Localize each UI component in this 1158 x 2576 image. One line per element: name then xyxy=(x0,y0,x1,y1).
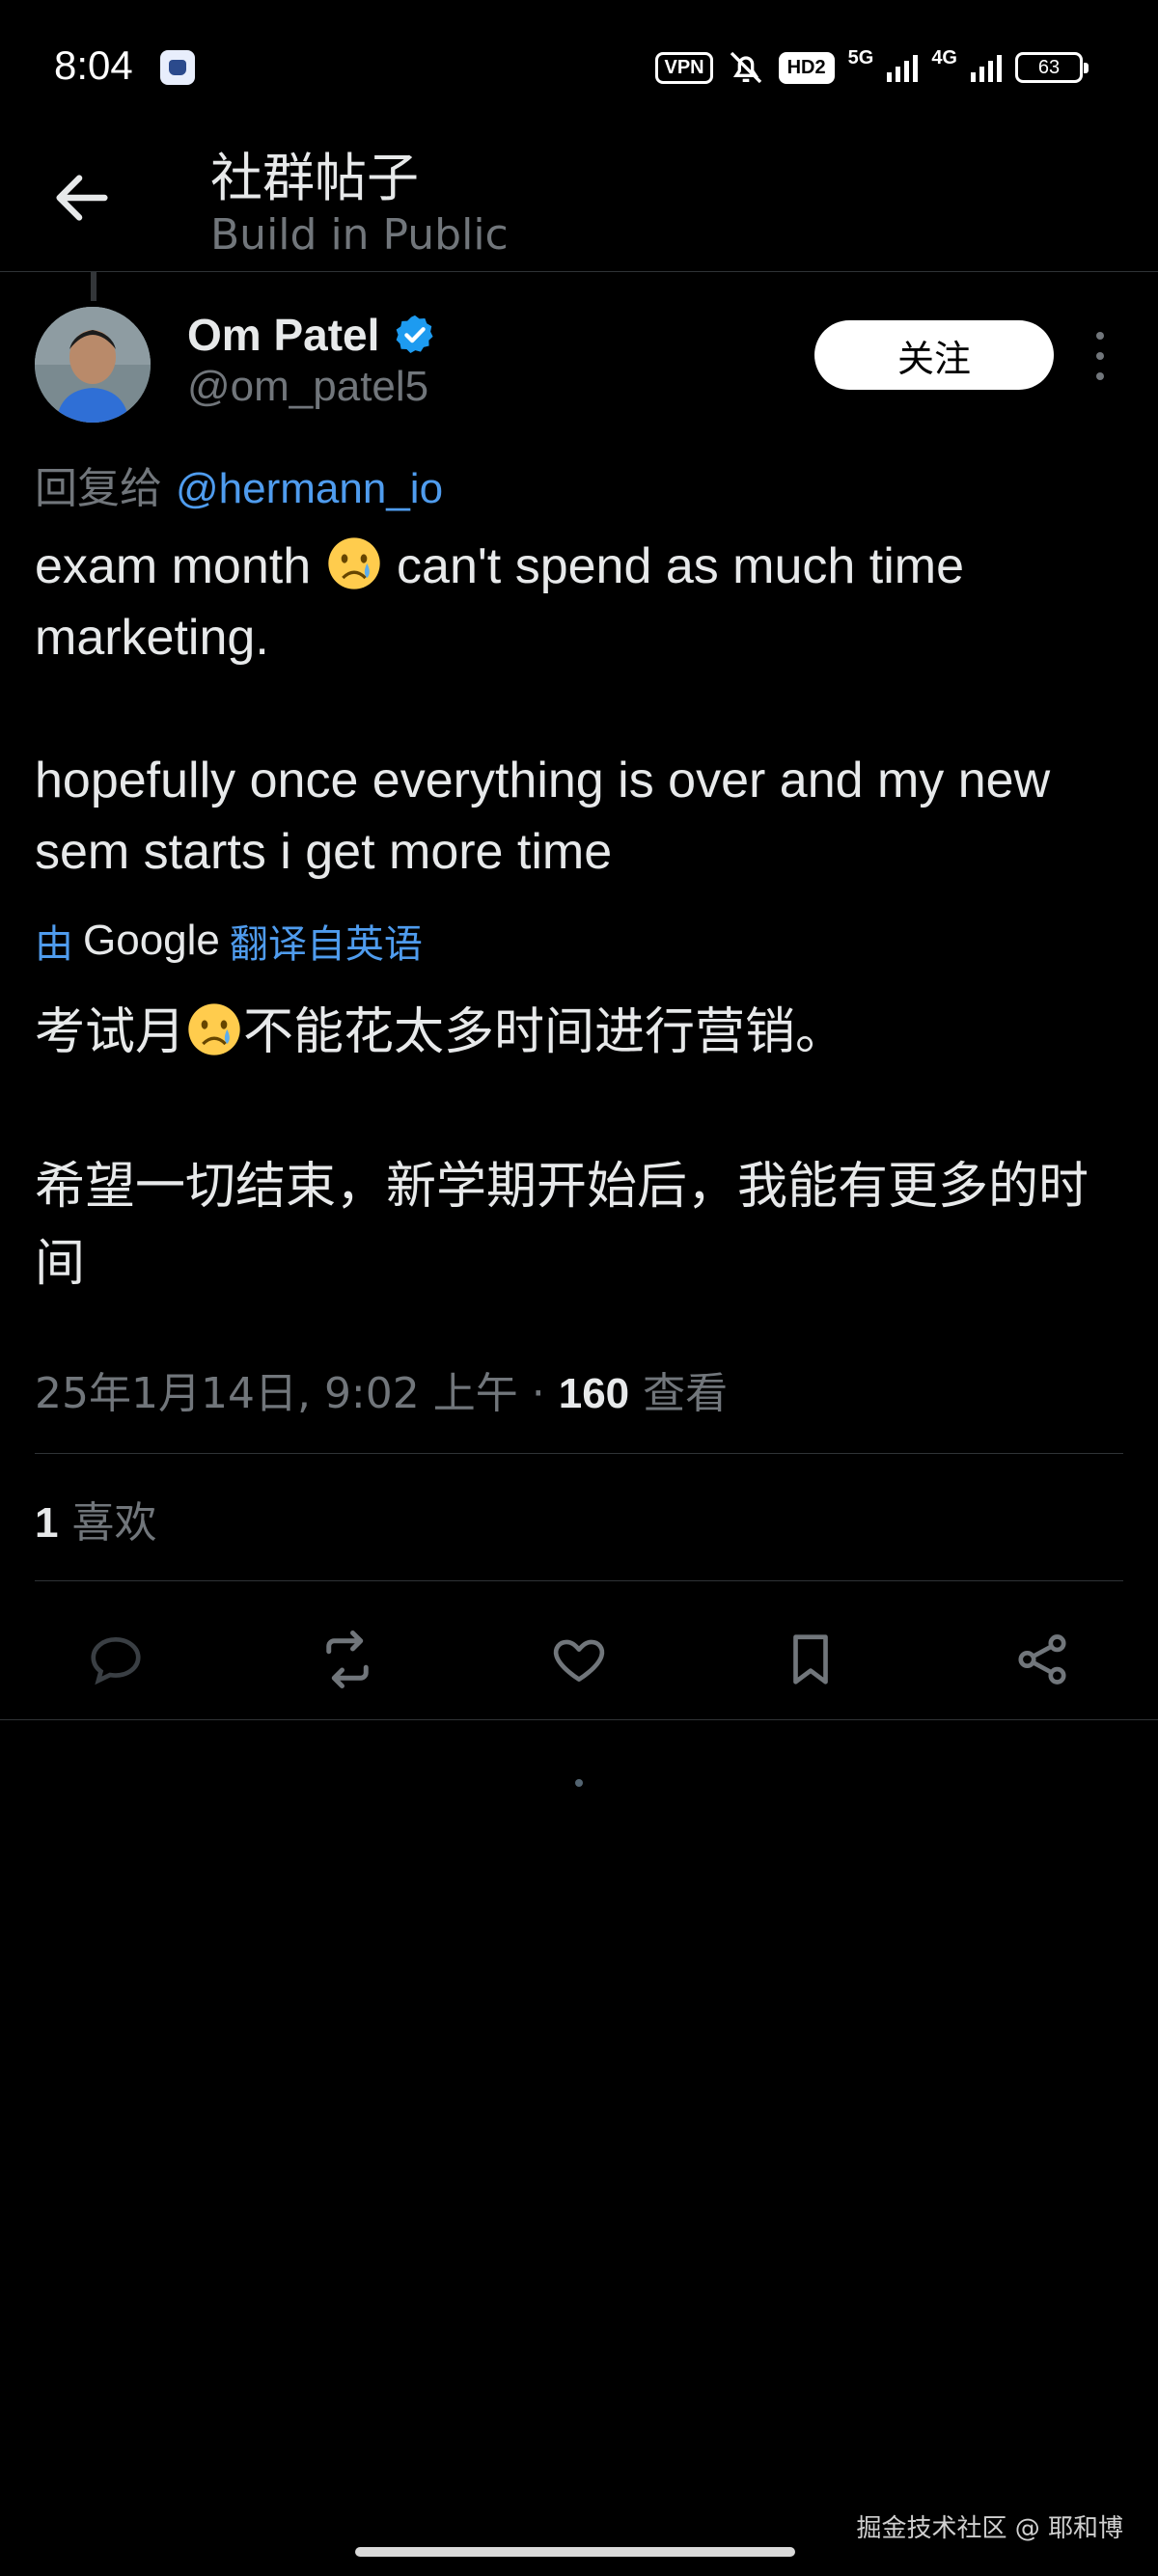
author-name-row[interactable]: Om Patel xyxy=(187,309,437,361)
tweet-text-rest: hopefully once everything is over and my… xyxy=(35,753,1051,880)
status-bar: 8:04 VPN HD2 5G 4G 63 xyxy=(0,0,1158,135)
home-indicator[interactable] xyxy=(355,2547,795,2557)
signal-bars-icon-2 xyxy=(971,53,1002,82)
status-time: 8:04 xyxy=(54,42,133,88)
avatar[interactable] xyxy=(35,307,151,423)
share-button[interactable] xyxy=(1004,1621,1081,1698)
tweet-text: exam month can't spend as much time mark… xyxy=(35,531,1125,888)
translated-by[interactable]: 由 Google 翻译自英语 xyxy=(35,913,423,969)
like-button[interactable] xyxy=(540,1621,618,1698)
network-5g: 5G xyxy=(847,46,874,69)
reply-button[interactable] xyxy=(77,1621,154,1698)
loading-indicator xyxy=(575,1779,583,1787)
crying-face-emoji-icon xyxy=(327,537,380,589)
translated-text-start: 考试月 xyxy=(35,1003,186,1061)
reply-mention-link[interactable]: @hermann_io xyxy=(176,465,443,512)
author-name[interactable]: Om Patel xyxy=(187,309,379,361)
thread-connector xyxy=(91,272,96,301)
mute-bell-icon xyxy=(730,51,761,84)
follow-button[interactable]: 关注 xyxy=(814,320,1054,390)
tweet-text-start: exam month xyxy=(35,538,325,594)
meta-separator: · xyxy=(517,1369,559,1418)
crying-face-emoji-icon-2 xyxy=(188,1003,240,1055)
bookmark-button[interactable] xyxy=(772,1621,849,1698)
views-count: 160 xyxy=(558,1370,630,1417)
action-bar xyxy=(0,1602,1158,1717)
vpn-icon: VPN xyxy=(655,51,713,84)
retweet-icon xyxy=(326,1631,369,1688)
community-name[interactable]: Build in Public xyxy=(210,210,509,260)
page-header: 社群帖子 Build in Public xyxy=(0,135,1158,272)
signal-bars-icon xyxy=(887,53,919,82)
reply-icon xyxy=(91,1637,141,1685)
back-arrow-icon xyxy=(56,175,108,221)
battery-icon: 63 xyxy=(1015,52,1089,83)
divider xyxy=(0,1719,1158,1720)
divider xyxy=(35,1580,1123,1581)
more-options-icon[interactable] xyxy=(1089,332,1112,380)
divider xyxy=(35,1453,1123,1454)
views-label: 查看 xyxy=(629,1369,729,1418)
page-title: 社群帖子 xyxy=(210,148,419,208)
hd-icon: HD2 xyxy=(778,51,835,84)
status-icons: VPN HD2 5G 4G 63 xyxy=(655,46,1089,87)
likes-summary[interactable]: 1 喜欢 xyxy=(35,1488,156,1549)
back-button[interactable] xyxy=(48,164,116,232)
retweet-button[interactable] xyxy=(309,1621,386,1698)
network-4g: 4G xyxy=(931,46,957,69)
like-icon xyxy=(553,1639,605,1682)
verified-badge-icon xyxy=(397,315,434,353)
tweet-timestamp[interactable]: 25年1月14日, 9:02 上午 xyxy=(35,1369,518,1418)
notification-app-icon xyxy=(160,50,195,85)
likes-count: 1 xyxy=(35,1499,59,1547)
likes-label: 喜欢 xyxy=(58,1498,157,1548)
tweet-meta: 25年1月14日, 9:02 上午 · 160 查看 xyxy=(35,1358,728,1420)
google-logo: Google xyxy=(83,917,220,964)
reply-prefix: 回复给 xyxy=(35,464,162,513)
share-icon xyxy=(1018,1634,1066,1685)
translated-by-prefix: 由 xyxy=(35,922,73,967)
avatar-image xyxy=(35,307,151,423)
replying-to: 回复给 @hermann_io xyxy=(35,453,443,515)
translated-from-label[interactable]: 翻译自英语 xyxy=(230,913,423,969)
translated-text: 考试月 不能花太多时间进行营销。 希望一切结束，新学期开始后，我能有更多的时间 xyxy=(35,994,1135,1302)
watermark: 掘金技术社区 @ 耶和博 xyxy=(856,2514,1123,2543)
author-handle[interactable]: @om_patel5 xyxy=(187,363,428,411)
bookmark-icon xyxy=(793,1634,828,1685)
